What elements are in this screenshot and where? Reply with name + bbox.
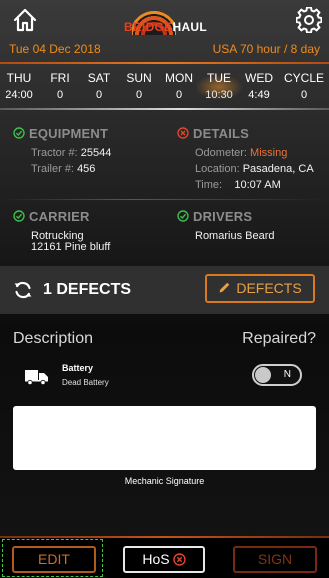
toggle-label: N	[283, 369, 291, 380]
odometer: Odometer: Missing	[195, 147, 288, 159]
hos-button[interactable]: HoS	[123, 546, 205, 573]
driver-name: Romarius Beard	[195, 230, 275, 242]
equipment-title: EQUIPMENT	[13, 126, 108, 141]
bridgehaul-logo: BRIDGEHAUL	[124, 7, 208, 37]
home-icon[interactable]	[12, 7, 38, 33]
defect-item-name: Battery	[62, 363, 94, 373]
edit-button[interactable]: EDIT	[12, 546, 96, 573]
bottom-action-bar: EDIT HoS SIGN	[0, 538, 329, 578]
description-header: Description	[13, 330, 94, 347]
day-mon[interactable]: MON 0	[159, 66, 199, 102]
drivers-title: DRIVERS	[177, 209, 252, 224]
repaired-toggle[interactable]: N	[252, 364, 302, 386]
pencil-icon	[219, 282, 230, 293]
carrier-address: 12161 Pine bluff	[31, 241, 111, 253]
cycle-total[interactable]: CYCLE 0	[284, 66, 324, 102]
toggle-knob	[255, 367, 271, 383]
app-screen: BRIDGEHAUL Tue 04 Dec 2018 USA 70 hour /…	[0, 0, 329, 578]
defects-button[interactable]: DEFECTS	[205, 274, 315, 303]
day-wed[interactable]: WED 4:49	[239, 66, 279, 102]
details-title: DETAILS	[177, 126, 249, 141]
week-summary: THU 24:00 FRI 0 SAT 0 SUN 0 MON 0 TUE 10:30 WE…	[0, 66, 329, 106]
defects-bar: 1 DEFECTS DEFECTS	[0, 266, 329, 314]
defects-count: 1 DEFECTS	[43, 281, 132, 298]
defect-item-description: Dead Battery	[62, 378, 109, 387]
day-sat[interactable]: SAT 0	[79, 66, 119, 102]
mechanic-signature-pad[interactable]	[13, 406, 316, 470]
carrier-title: CARRIER	[13, 209, 90, 224]
date-row: Tue 04 Dec 2018 USA 70 hour / 8 day	[9, 42, 320, 58]
time: Time: 10:07 AM	[195, 179, 281, 191]
x-circle-icon	[172, 553, 186, 566]
location: Location: Pasadena, CA	[195, 163, 314, 175]
day-sun[interactable]: SUN 0	[119, 66, 159, 102]
day-fri[interactable]: FRI 0	[40, 66, 80, 102]
divider	[0, 199, 329, 200]
current-date: Tue 04 Dec 2018	[9, 42, 101, 56]
trailer-number: Trailer #: 456	[31, 163, 96, 175]
mechanic-signature-label: Mechanic Signature	[124, 476, 205, 486]
hos-rule[interactable]: USA 70 hour / 8 day	[213, 42, 320, 56]
x-circle-icon	[177, 127, 189, 139]
check-circle-icon	[13, 210, 25, 222]
divider	[0, 108, 329, 110]
gear-icon[interactable]	[296, 7, 322, 33]
sign-button[interactable]: SIGN	[233, 546, 317, 573]
sync-icon[interactable]	[13, 280, 33, 300]
repaired-header: Repaired?	[242, 330, 316, 347]
day-tue[interactable]: TUE 10:30	[195, 66, 243, 102]
check-circle-icon	[13, 127, 25, 139]
truck-icon	[25, 370, 48, 385]
check-circle-icon	[177, 210, 189, 222]
logo-text: BRIDGEHAUL	[124, 20, 208, 34]
tractor-number: Tractor #: 25544	[31, 147, 112, 159]
divider	[0, 62, 329, 64]
day-thu[interactable]: THU 24:00	[0, 66, 39, 102]
